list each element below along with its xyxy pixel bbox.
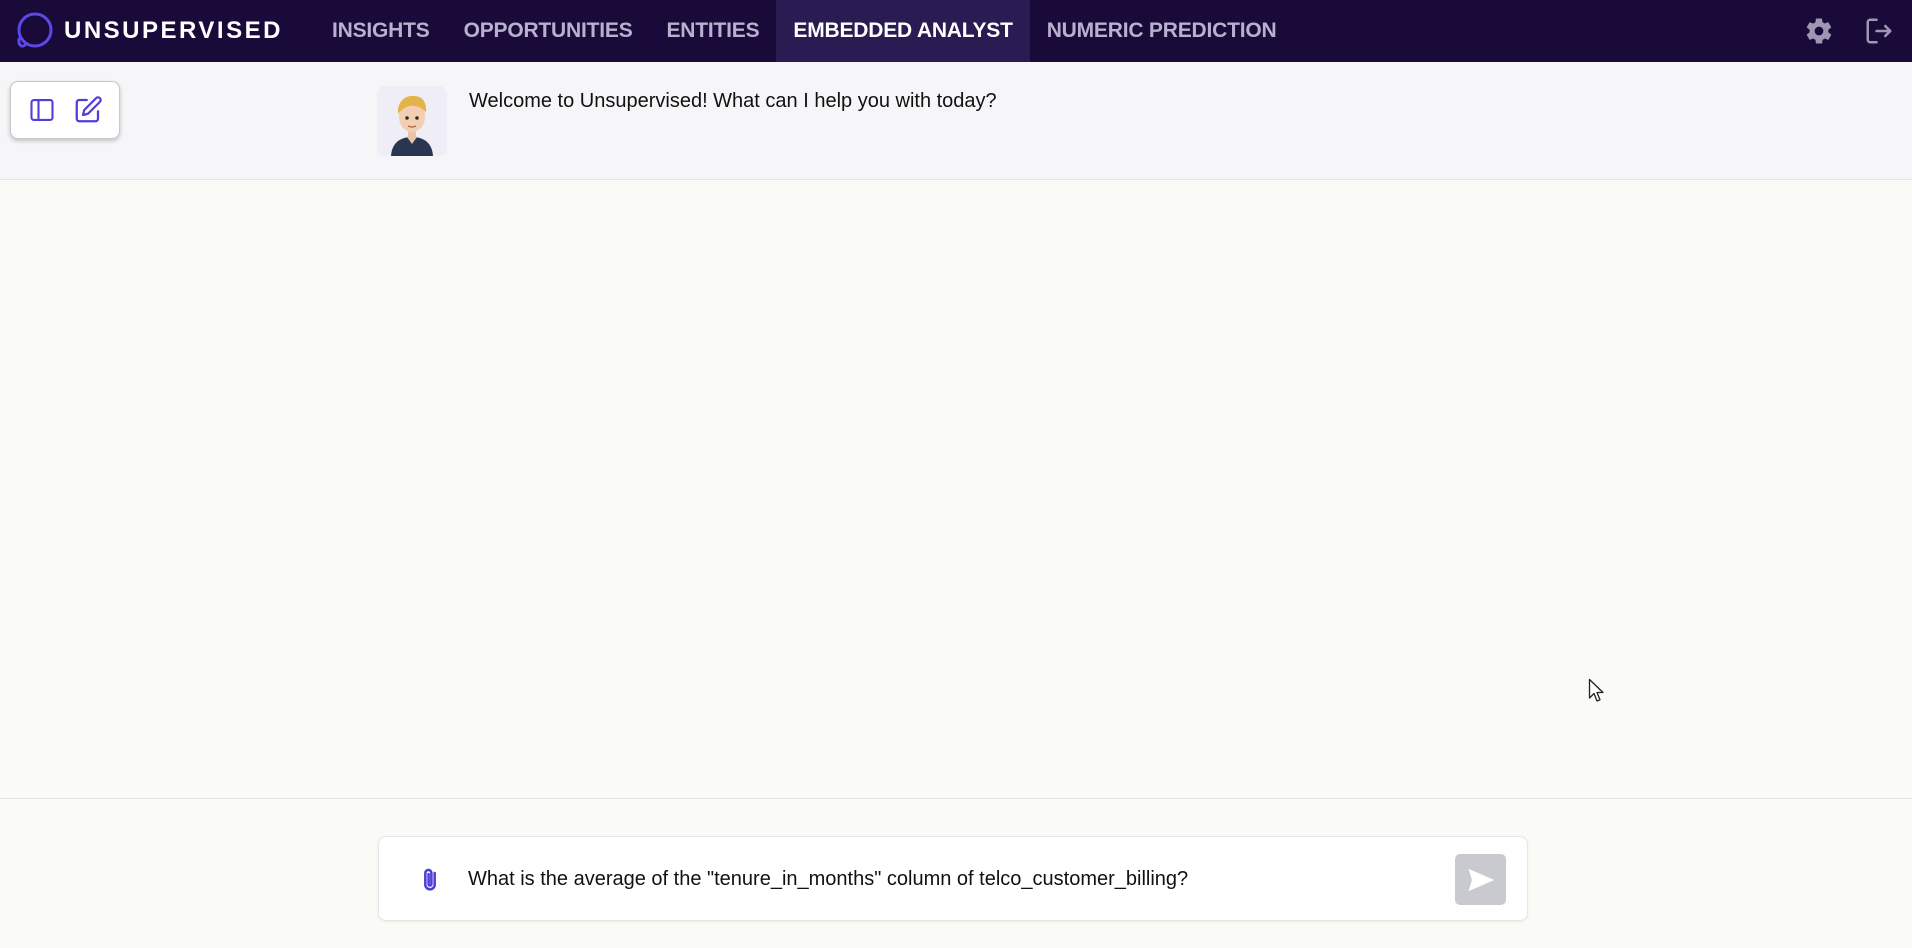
message-input[interactable]: What is the average of the "tenure_in_mo… [468, 837, 1448, 922]
brand-name: UNSUPERVISED [64, 17, 283, 44]
unsupervised-logo-icon [17, 12, 53, 48]
sidebar-controls [10, 81, 120, 139]
send-button[interactable] [1455, 854, 1506, 905]
main-nav: INSIGHTS OPPORTUNITIES ENTITIES EMBEDDED… [315, 0, 1293, 62]
nav-opportunities[interactable]: OPPORTUNITIES [447, 0, 650, 62]
top-navigation-bar: UNSUPERVISED INSIGHTS OPPORTUNITIES ENTI… [0, 0, 1912, 62]
assistant-avatar [377, 86, 447, 156]
nav-entities[interactable]: ENTITIES [650, 0, 777, 62]
gear-icon [1806, 18, 1832, 44]
sidebar-toggle-icon [30, 99, 54, 121]
new-chat-button[interactable] [71, 93, 105, 127]
assistant-avatar-icon [377, 86, 447, 156]
settings-button[interactable] [1802, 14, 1836, 48]
logout-button[interactable] [1862, 14, 1896, 48]
toggle-sidebar-button[interactable] [25, 93, 59, 127]
paperclip-icon [424, 868, 436, 891]
mouse-pointer-icon [1588, 678, 1604, 702]
send-icon [1468, 868, 1494, 891]
nav-embedded-analyst[interactable]: EMBEDDED ANALYST [776, 0, 1030, 62]
new-chat-icon [75, 96, 102, 123]
chat-composer: What is the average of the "tenure_in_mo… [378, 836, 1528, 921]
attach-button[interactable] [413, 861, 447, 899]
chat-history-area[interactable] [0, 180, 1912, 799]
logout-icon [1866, 18, 1892, 44]
assistant-message-row: Welcome to Unsupervised! What can I help… [0, 62, 1912, 180]
nav-numeric-prediction[interactable]: NUMERIC PREDICTION [1030, 0, 1294, 62]
nav-insights[interactable]: INSIGHTS [315, 0, 447, 62]
brand[interactable]: UNSUPERVISED [0, 11, 315, 51]
welcome-message: Welcome to Unsupervised! What can I help… [469, 90, 997, 112]
